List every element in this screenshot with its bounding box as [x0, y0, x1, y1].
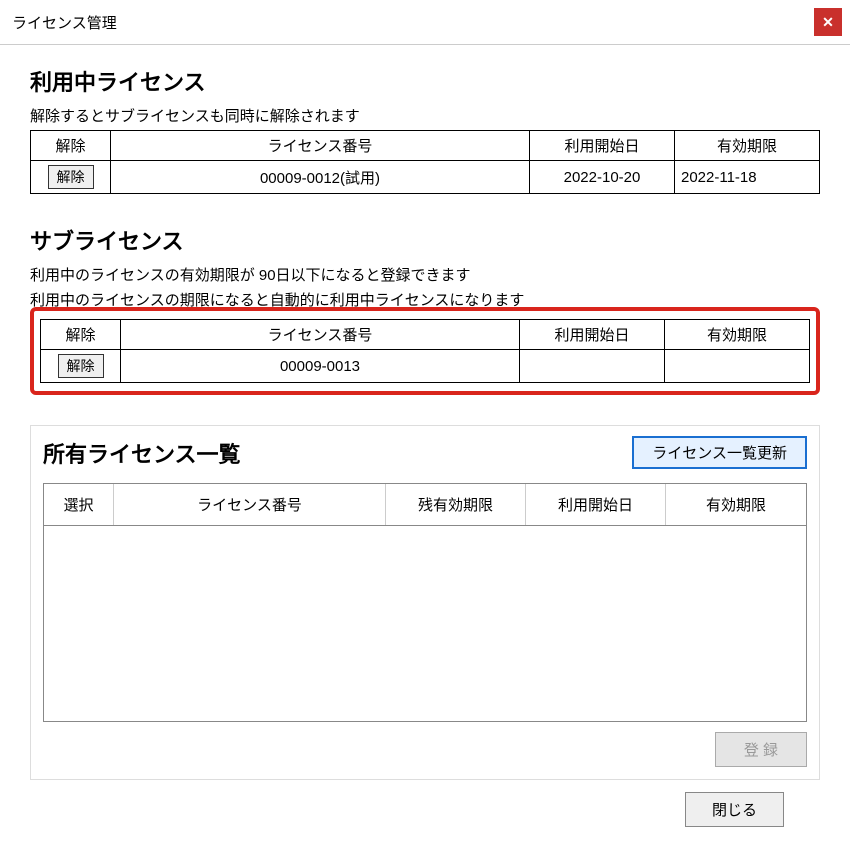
col-header-remove: 解除: [31, 131, 111, 161]
expire-date-cell: [665, 350, 810, 383]
col-header-start: 利用開始日: [530, 131, 675, 161]
close-button[interactable]: 閉じる: [685, 792, 784, 827]
col-header-number: ライセンス番号: [111, 131, 530, 161]
active-license-title: 利用中ライセンス: [30, 65, 820, 97]
title-bar: ライセンス管理 ✕: [0, 0, 850, 45]
col-header-number: ライセンス番号: [114, 484, 386, 525]
table-header-row: 解除 ライセンス番号 利用開始日 有効期限: [31, 131, 820, 161]
owned-license-panel: 所有ライセンス一覧 ライセンス一覧更新 選択 ライセンス番号 残有効期限 利用開…: [30, 425, 820, 780]
owned-header: 所有ライセンス一覧 ライセンス一覧更新: [43, 436, 807, 469]
owned-grid-body: [44, 526, 806, 721]
col-header-remove: 解除: [41, 320, 121, 350]
table-row: 解除 00009-0013: [41, 350, 810, 383]
start-date-cell: [520, 350, 665, 383]
remove-cell: 解除: [31, 161, 111, 194]
window-title: ライセンス管理: [12, 12, 117, 33]
col-header-start: 利用開始日: [526, 484, 666, 525]
active-license-section: 利用中ライセンス 解除するとサブライセンスも同時に解除されます 解除 ライセンス…: [30, 65, 820, 194]
start-date-cell: 2022-10-20: [530, 161, 675, 194]
col-header-expire: 有効期限: [675, 131, 820, 161]
sub-license-title: サブライセンス: [30, 224, 820, 256]
license-number-cell: 00009-0013: [121, 350, 520, 383]
active-license-desc: 解除するとサブライセンスも同時に解除されます: [30, 105, 820, 126]
sub-license-desc2-clipped: 利用中のライセンスの期限になると自動的に利用中ライセンスになります: [30, 289, 820, 309]
owned-license-grid: 選択 ライセンス番号 残有効期限 利用開始日 有効期限: [43, 483, 807, 722]
dialog-content: 利用中ライセンス 解除するとサブライセンスも同時に解除されます 解除 ライセンス…: [0, 45, 850, 842]
highlight-box: 解除 ライセンス番号 利用開始日 有効期限 解除 00009-0013: [30, 307, 820, 395]
sub-license-desc1: 利用中のライセンスの有効期限が 90日以下になると登録できます: [30, 264, 820, 285]
dialog-footer: 閉じる: [30, 780, 820, 827]
col-header-start: 利用開始日: [520, 320, 665, 350]
close-icon[interactable]: ✕: [814, 8, 842, 36]
owned-grid-header: 選択 ライセンス番号 残有効期限 利用開始日 有効期限: [44, 484, 806, 526]
sub-license-desc2: 利用中のライセンスの期限になると自動的に利用中ライセンスになります: [30, 289, 820, 309]
sub-license-table: 解除 ライセンス番号 利用開始日 有効期限 解除 00009-0013: [40, 319, 810, 383]
expire-date-cell: 2022-11-18: [675, 161, 820, 194]
remove-button[interactable]: 解除: [58, 354, 104, 378]
col-header-expire: 有効期限: [665, 320, 810, 350]
sub-license-section: サブライセンス 利用中のライセンスの有効期限が 90日以下になると登録できます …: [30, 224, 820, 395]
owned-panel-footer: 登 録: [43, 732, 807, 767]
owned-title: 所有ライセンス一覧: [43, 437, 241, 469]
active-license-table: 解除 ライセンス番号 利用開始日 有効期限 解除 00009-0012(試用) …: [30, 130, 820, 194]
col-header-select: 選択: [44, 484, 114, 525]
license-number-cell: 00009-0012(試用): [111, 161, 530, 194]
col-header-expire: 有効期限: [666, 484, 806, 525]
remove-cell: 解除: [41, 350, 121, 383]
table-header-row: 解除 ライセンス番号 利用開始日 有効期限: [41, 320, 810, 350]
remove-button[interactable]: 解除: [48, 165, 94, 189]
col-header-remain: 残有効期限: [386, 484, 526, 525]
refresh-list-button[interactable]: ライセンス一覧更新: [632, 436, 807, 469]
register-button: 登 録: [715, 732, 807, 767]
table-row: 解除 00009-0012(試用) 2022-10-20 2022-11-18: [31, 161, 820, 194]
col-header-number: ライセンス番号: [121, 320, 520, 350]
